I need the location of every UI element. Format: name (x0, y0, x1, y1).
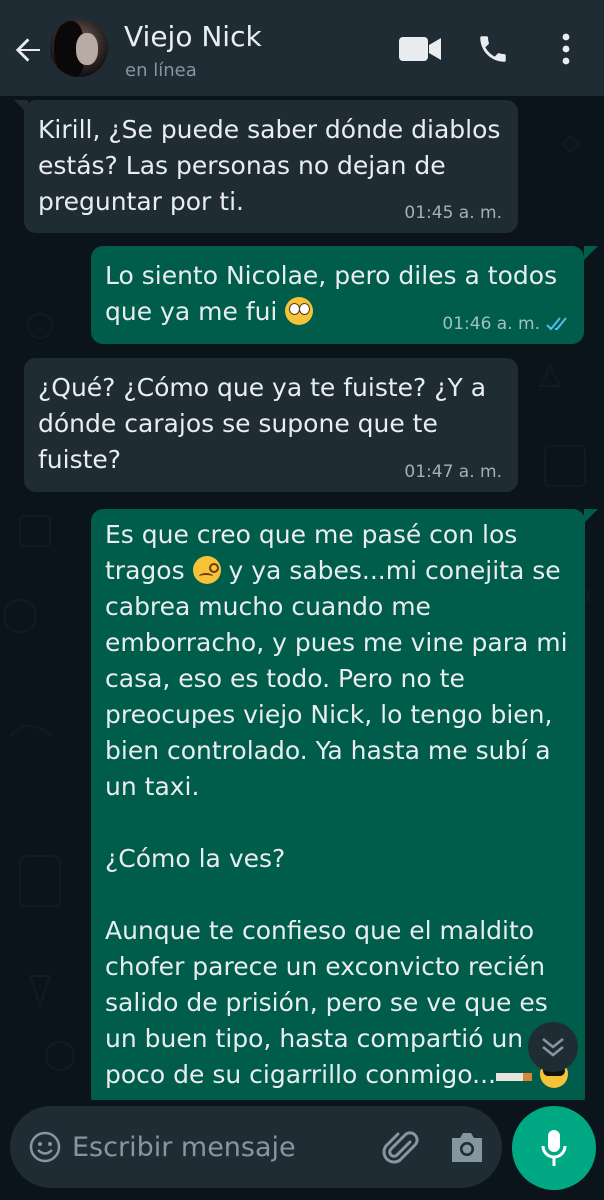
contact-status: en línea (125, 60, 197, 81)
double-chevron-down-icon (542, 1038, 564, 1057)
video-call-icon[interactable] (398, 34, 442, 64)
incoming-message[interactable]: ¿Qué? ¿Cómo que ya te fuiste? ¿Y a dónde… (24, 358, 518, 492)
contact-avatar[interactable] (50, 19, 108, 77)
woozy-face-emoji (192, 556, 221, 584)
outgoing-message[interactable]: Es que creo que me pasé con los tragos y… (91, 509, 585, 1100)
cigarette-emoji (496, 1073, 532, 1081)
message-text: Es que creo que me pasé con los tragos y… (105, 520, 576, 801)
attach-icon[interactable] (382, 1128, 422, 1168)
back-arrow-icon[interactable] (12, 34, 44, 66)
message-text: ¿Cómo la ves? (105, 844, 286, 873)
bubble-tail (584, 509, 598, 523)
message-time: 01:45 a. m. (404, 203, 502, 223)
incoming-message[interactable]: Kirill, ¿Se puede saber dónde diablos es… (24, 100, 518, 233)
more-options-icon[interactable] (558, 32, 574, 66)
rolling-eyes-emoji (285, 297, 314, 325)
contact-name[interactable]: Viejo Nick (124, 20, 262, 53)
chat-header: Viejo Nick en línea (0, 0, 604, 96)
bubble-tail (584, 246, 598, 260)
message-time: 01:46 a. m. (442, 314, 540, 334)
message-list[interactable]: Kirill, ¿Se puede saber dónde diablos es… (0, 96, 604, 1100)
mic-icon (541, 1130, 567, 1166)
mic-button[interactable] (512, 1106, 596, 1190)
voice-call-icon[interactable] (476, 32, 510, 66)
emoji-icon[interactable] (28, 1130, 62, 1164)
read-ticks-icon (546, 317, 567, 331)
message-input[interactable] (72, 1124, 372, 1170)
scroll-to-bottom-button[interactable] (528, 1022, 578, 1072)
message-composer (10, 1106, 502, 1188)
camera-icon[interactable] (448, 1130, 486, 1164)
message-time: 01:47 a. m. (404, 462, 502, 482)
outgoing-message[interactable]: Lo siento Nicolae, pero diles a todos qu… (91, 246, 584, 344)
message-text: Aunque te confieso que el maldito chofer… (105, 913, 569, 1093)
